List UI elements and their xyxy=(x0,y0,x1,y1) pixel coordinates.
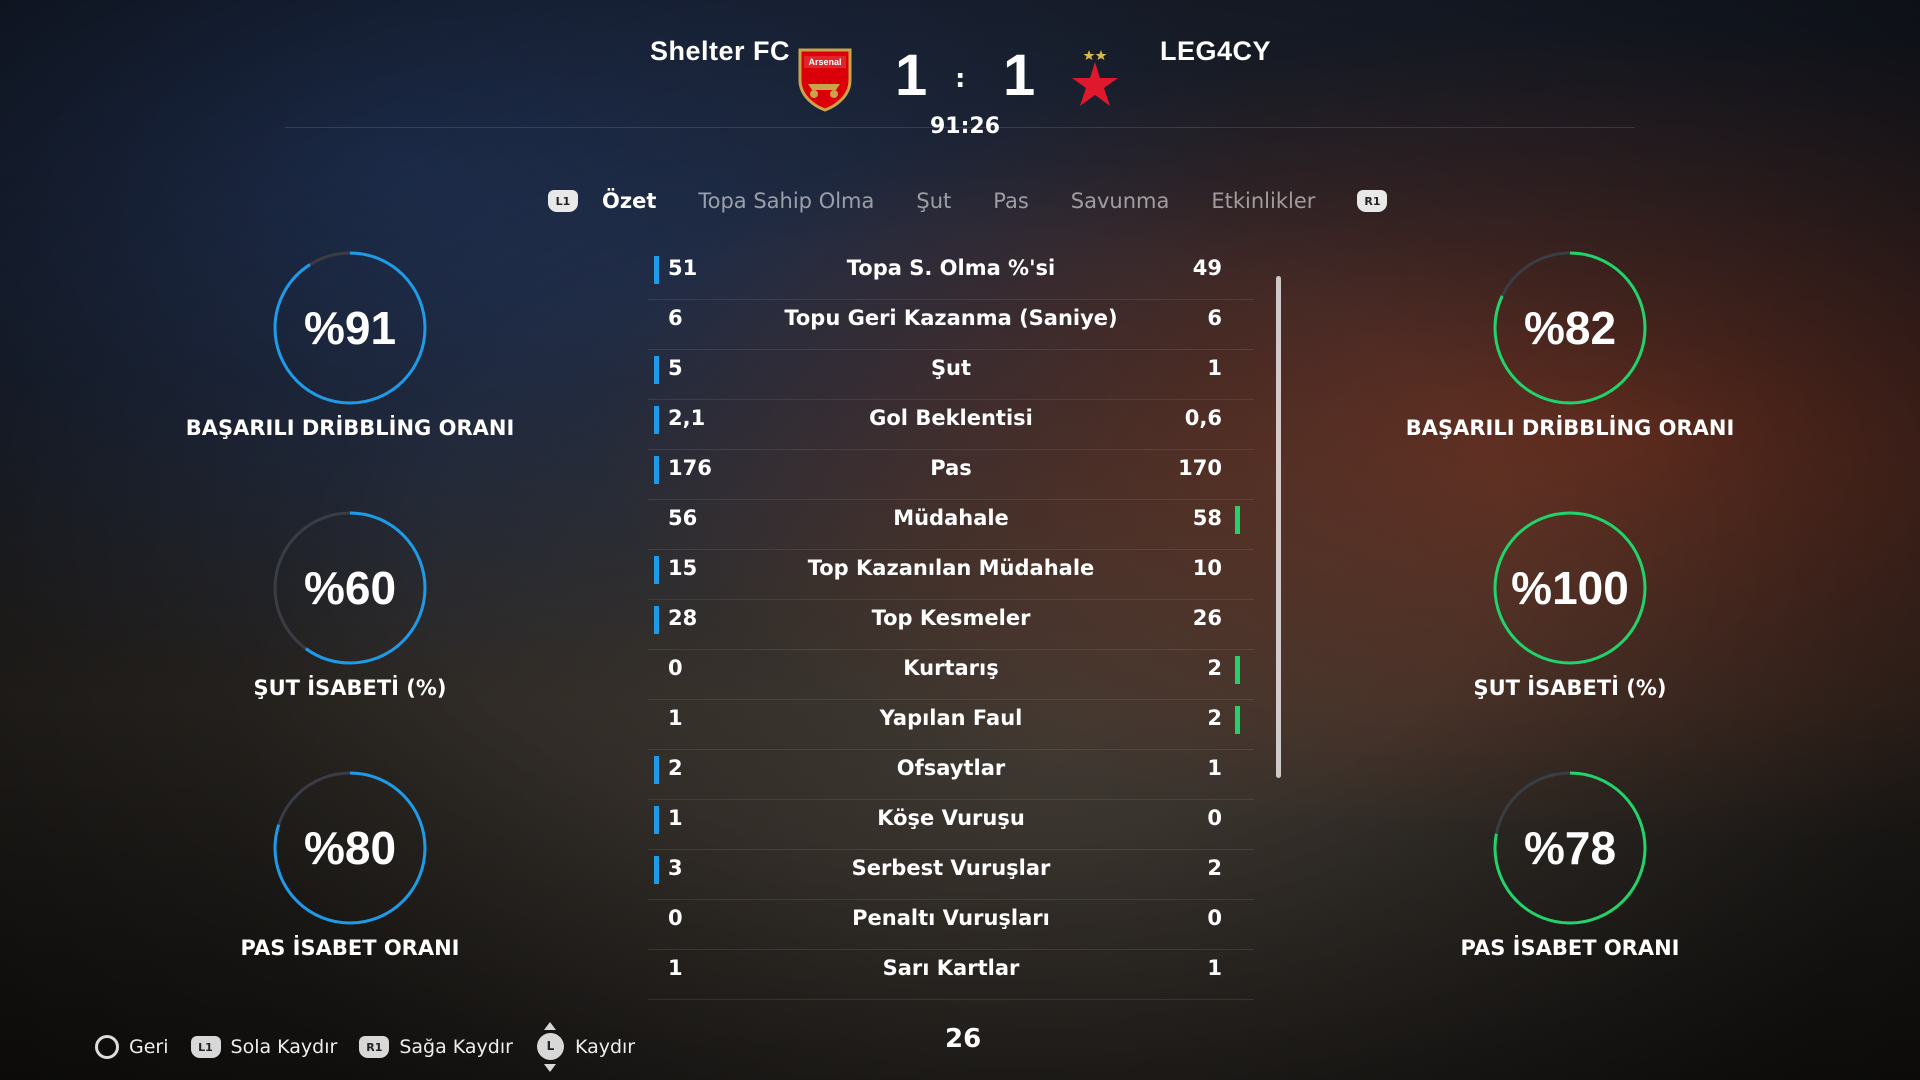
scroll-label: Kaydır xyxy=(574,1036,636,1058)
away-stat-value: 49 xyxy=(1192,256,1222,280)
header-divider xyxy=(285,127,1635,128)
stat-label: Şut xyxy=(930,356,972,380)
tab-passing[interactable]: Pas xyxy=(993,189,1029,213)
stat-row: 28 Top Kesmeler 26 xyxy=(648,600,1254,650)
stat-label: Yapılan Faul xyxy=(879,706,1023,730)
tab-events[interactable]: Etkinlikler xyxy=(1211,189,1315,213)
stat-row: 2,1 Gol Beklentisi 0,6 xyxy=(648,400,1254,450)
stat-row: 56 Müdahale 58 xyxy=(648,500,1254,550)
away-ring-value: %100 xyxy=(1511,562,1629,614)
stat-row: 0 Kurtarış 2 xyxy=(648,650,1254,700)
home-ring-label: BAŞARILI DRİBBLİNG ORANI xyxy=(185,416,515,440)
stat-label: Penaltı Vuruşları xyxy=(852,906,1050,930)
away-ring-value: %78 xyxy=(1523,822,1617,874)
stats-scrollbar[interactable] xyxy=(1276,276,1281,778)
stat-row: 5 Şut 1 xyxy=(648,350,1254,400)
stats-tabs: L1 Özet Topa Sahip Olma Şut Pas Savunma … xyxy=(548,183,1388,219)
home-ring-label: PAS İSABET ORANI xyxy=(240,936,460,960)
home-ring-3: %80 xyxy=(272,770,428,926)
stat-label: Köşe Vuruşu xyxy=(877,806,1025,830)
back-label: Geri xyxy=(129,1036,169,1058)
stat-row: 1 Köşe Vuruşu 0 xyxy=(648,800,1254,850)
away-stat-value: 0 xyxy=(1207,806,1222,830)
left-stick-icon: L xyxy=(535,1022,565,1072)
scroll-control[interactable]: L Kaydır xyxy=(535,1022,635,1072)
away-team-crest-icon xyxy=(1072,50,1118,106)
stat-label: Top Kesmeler xyxy=(871,606,1031,630)
away-team-name: LEG4CY xyxy=(1160,36,1272,66)
r1-button-icon: R1 xyxy=(359,1036,390,1058)
away-stat-value: 2 xyxy=(1207,706,1222,730)
away-stat-value: 1 xyxy=(1207,956,1222,980)
home-ring-value: %60 xyxy=(303,562,397,614)
away-stat-value: 26 xyxy=(1192,606,1222,630)
stat-label: Kurtarış xyxy=(903,656,999,680)
away-ring-value: %82 xyxy=(1523,302,1617,354)
stat-row: 15 Top Kazanılan Müdahale 10 xyxy=(648,550,1254,600)
scroll-left-label: Sola Kaydır xyxy=(230,1036,338,1058)
stat-row: 176 Pas 170 xyxy=(648,450,1254,500)
tab-shooting[interactable]: Şut xyxy=(916,189,951,213)
away-stat-value: 170 xyxy=(1178,456,1222,480)
score-separator: : xyxy=(955,64,966,94)
away-stat-value: 6 xyxy=(1207,306,1222,330)
stat-row: 1 Yapılan Faul 2 xyxy=(648,700,1254,750)
tab-defending[interactable]: Savunma xyxy=(1071,189,1170,213)
stat-label: Gol Beklentisi xyxy=(869,406,1033,430)
stat-label: Ofsaytlar xyxy=(896,756,1006,780)
away-ring-label: ŞUT İSABETİ (%) xyxy=(1473,676,1667,700)
stat-label: Serbest Vuruşlar xyxy=(851,856,1051,880)
away-ring-2: %100 xyxy=(1492,510,1648,666)
away-stat-value: 1 xyxy=(1207,756,1222,780)
away-stat-value: 2 xyxy=(1207,656,1222,680)
home-team-name: Shelter FC xyxy=(650,36,791,66)
back-control[interactable]: Geri xyxy=(95,1035,169,1059)
controls-footer: Geri L1 Sola Kaydır R1 Sağa Kaydır L Kay… xyxy=(95,1022,657,1072)
stat-label: Müdahale xyxy=(893,506,1009,530)
home-ring-1: %91 xyxy=(272,250,428,406)
stat-row: 0 Penaltı Vuruşları 0 xyxy=(648,900,1254,950)
away-stat-value: 58 xyxy=(1192,506,1222,530)
stat-row: 3 Serbest Vuruşlar 2 xyxy=(648,850,1254,900)
away-ring-label: BAŞARILI DRİBBLİNG ORANI xyxy=(1405,416,1735,440)
page-number: 26 xyxy=(945,1024,982,1054)
r1-button-icon[interactable]: R1 xyxy=(1357,190,1388,212)
stat-row: 2 Ofsaytlar 1 xyxy=(648,750,1254,800)
away-stat-value: 0,6 xyxy=(1184,406,1222,430)
away-ring-3: %78 xyxy=(1492,770,1648,926)
away-stat-value: 1 xyxy=(1207,356,1222,380)
stat-label: Pas xyxy=(930,456,972,480)
home-ring-label: ŞUT İSABETİ (%) xyxy=(253,676,447,700)
stat-label: Topu Geri Kazanma (Saniye) xyxy=(784,306,1118,330)
stat-label: Topa S. Olma %'si xyxy=(846,256,1056,280)
stat-row: 6 Topu Geri Kazanma (Saniye) 6 xyxy=(648,300,1254,350)
home-team-crest-icon: Arsenal xyxy=(798,48,852,112)
away-score: 1 xyxy=(1003,43,1036,108)
home-crest-text: Arsenal xyxy=(808,57,841,67)
l1-button-icon[interactable]: L1 xyxy=(548,190,578,212)
away-stat-value: 0 xyxy=(1207,906,1222,930)
stat-row: 51 Topa S. Olma %'si 49 xyxy=(648,250,1254,300)
home-ring-value: %80 xyxy=(303,822,397,874)
away-stat-value: 2 xyxy=(1207,856,1222,880)
scroll-left-control[interactable]: L1 Sola Kaydır xyxy=(190,1036,338,1058)
stat-label: Sarı Kartlar xyxy=(882,956,1020,980)
away-stat-value: 10 xyxy=(1192,556,1222,580)
stats-table[interactable]: 51 Topa S. Olma %'si 49 6 Topu Geri Kazanma … xyxy=(648,250,1254,1000)
scroll-right-control[interactable]: R1 Sağa Kaydır xyxy=(359,1036,513,1058)
away-ring-label: PAS İSABET ORANI xyxy=(1460,936,1680,960)
scroll-right-label: Sağa Kaydır xyxy=(399,1036,513,1058)
tab-summary[interactable]: Özet xyxy=(602,189,656,213)
home-ring-value: %91 xyxy=(303,302,397,354)
l1-button-icon: L1 xyxy=(190,1036,221,1058)
stat-row: 1 Sarı Kartlar 1 xyxy=(648,950,1254,1000)
home-ring-2: %60 xyxy=(272,510,428,666)
tab-possession[interactable]: Topa Sahip Olma xyxy=(698,189,874,213)
away-ring-1: %82 xyxy=(1492,250,1648,406)
home-score: 1 xyxy=(895,43,928,108)
circle-button-icon xyxy=(95,1035,119,1059)
stat-label: Top Kazanılan Müdahale xyxy=(807,556,1095,580)
